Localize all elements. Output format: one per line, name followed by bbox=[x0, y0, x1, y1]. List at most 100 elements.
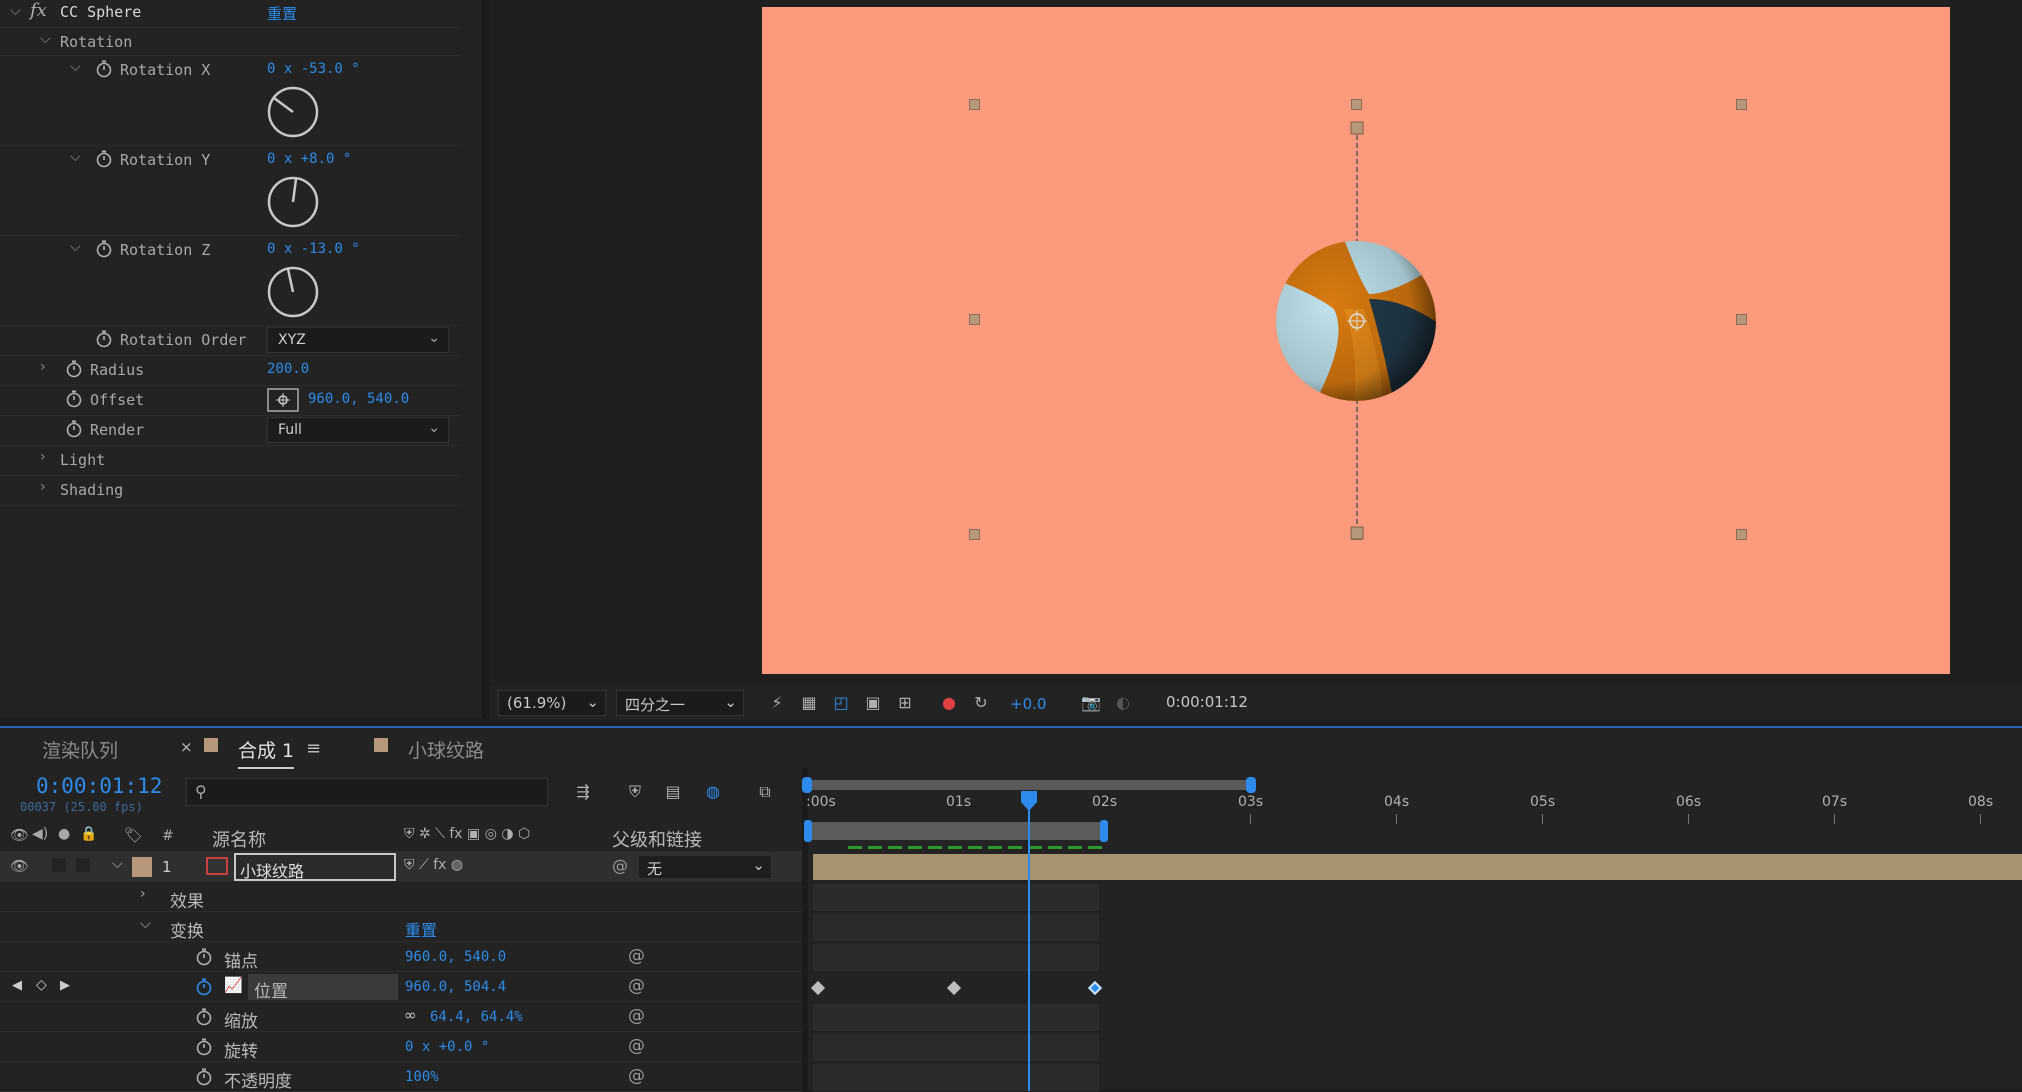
playhead-handle[interactable] bbox=[1020, 790, 1038, 812]
close-icon[interactable]: × bbox=[180, 738, 193, 756]
col-parent-link[interactable]: 父级和链接 bbox=[612, 826, 702, 852]
eye-icon[interactable]: 👁 bbox=[10, 857, 29, 875]
stopwatch-icon[interactable] bbox=[66, 360, 82, 378]
layer-handle[interactable] bbox=[1736, 529, 1747, 540]
work-area-start[interactable] bbox=[804, 820, 812, 842]
prev-keyframe-icon[interactable]: ◀ bbox=[12, 978, 22, 993]
effect-header-row[interactable]: ⌵ fx CC Sphere 重置 bbox=[0, 0, 460, 28]
chevron-right-icon[interactable]: › bbox=[40, 449, 46, 465]
shading-row[interactable]: › Shading bbox=[0, 476, 460, 506]
layer-handle[interactable] bbox=[969, 314, 980, 325]
label-tag-icon[interactable]: 🏷 bbox=[124, 826, 143, 844]
stopwatch-icon[interactable] bbox=[196, 948, 212, 966]
transform-reset-link[interactable]: 重置 bbox=[405, 917, 437, 941]
composition-canvas[interactable] bbox=[762, 7, 1950, 674]
chevron-down-icon[interactable]: ⌵ bbox=[112, 856, 123, 872]
lock-icon[interactable]: 🔒 bbox=[80, 826, 97, 842]
search-input[interactable]: ⚲ bbox=[186, 778, 548, 806]
rotation-group-row[interactable]: ⌵ Rotation bbox=[0, 28, 460, 56]
work-area-end[interactable] bbox=[1100, 820, 1108, 842]
navigator-start-handle[interactable] bbox=[802, 777, 812, 793]
layer-handle[interactable] bbox=[1736, 314, 1747, 325]
rotation-z-dial[interactable] bbox=[267, 266, 319, 318]
rotation-x-value[interactable]: 0 x -53.0 ° bbox=[267, 61, 360, 77]
chevron-down-icon[interactable]: ⌵ bbox=[40, 31, 51, 47]
stopwatch-icon[interactable] bbox=[196, 1038, 212, 1056]
layer-handle[interactable] bbox=[1736, 99, 1747, 110]
rotation-order-select[interactable]: XYZ ⌄ bbox=[267, 327, 449, 353]
resolution-select[interactable]: 四分之一 ⌄ bbox=[616, 690, 744, 716]
rotation-x-dial[interactable] bbox=[267, 86, 319, 138]
motion-blur-icon[interactable]: ◍ bbox=[702, 782, 724, 802]
keyframe[interactable] bbox=[946, 980, 962, 996]
opacity-value[interactable]: 100% bbox=[405, 1069, 439, 1085]
keyframe-selected[interactable] bbox=[1087, 980, 1103, 996]
layer-duration-bar[interactable] bbox=[813, 854, 2022, 880]
layer-row[interactable]: 👁 ⌵ 1 小球纹路 ⛨ ⟋ fx ◍ @ 无 ⌄ bbox=[0, 852, 802, 882]
add-keyframe-icon[interactable]: ◇ bbox=[36, 977, 47, 993]
expression-pickwhip-icon[interactable]: @ bbox=[628, 976, 645, 996]
layer-handle[interactable] bbox=[969, 99, 980, 110]
layer-switches[interactable]: ⛨ ⟋ fx ◍ bbox=[404, 857, 463, 873]
exposure-value[interactable]: +0.0 bbox=[1010, 695, 1046, 713]
chevron-down-icon[interactable]: ⌵ bbox=[70, 149, 81, 165]
tab-layer-comp[interactable]: 小球纹路 bbox=[408, 736, 484, 763]
comp-mini-flowchart-icon[interactable]: ⇶ bbox=[572, 782, 594, 802]
pick-whip-icon[interactable]: @ bbox=[612, 856, 628, 875]
time-navigator[interactable] bbox=[804, 780, 1252, 790]
chevron-down-icon[interactable]: ⌵ bbox=[70, 239, 81, 255]
panel-divider[interactable] bbox=[802, 768, 808, 1091]
radius-value[interactable]: 200.0 bbox=[267, 361, 309, 377]
rotation-value[interactable]: 0 x +0.0 ° bbox=[405, 1039, 489, 1055]
next-keyframe-icon[interactable]: ▶ bbox=[60, 978, 70, 993]
transparency-grid-icon[interactable]: ▦ bbox=[798, 693, 820, 713]
transform-group-row[interactable]: ⌵ 变换 重置 bbox=[0, 912, 802, 942]
current-time-display[interactable]: 0:00:01:12 bbox=[36, 774, 162, 798]
offset-value[interactable]: 960.0, 540.0 bbox=[308, 391, 409, 407]
stopwatch-icon[interactable] bbox=[196, 978, 212, 996]
grid-guides-icon[interactable]: ⊞ bbox=[894, 693, 916, 713]
tab-render-queue[interactable]: 渲染队列 bbox=[42, 736, 118, 763]
anchor-point-value[interactable]: 960.0, 540.0 bbox=[405, 949, 506, 965]
col-source-name[interactable]: 源名称 bbox=[212, 826, 266, 852]
layer-label-color[interactable] bbox=[132, 857, 152, 877]
stopwatch-icon[interactable] bbox=[96, 60, 112, 78]
parent-select[interactable]: 无 ⌄ bbox=[638, 855, 772, 879]
render-select[interactable]: Full ⌄ bbox=[267, 417, 449, 443]
lock-checkbox[interactable] bbox=[76, 858, 90, 872]
tab-comp-1[interactable]: 合成 1 bbox=[238, 736, 295, 769]
work-area-bar[interactable] bbox=[808, 822, 1106, 840]
link-icon[interactable]: ∞ bbox=[404, 1006, 417, 1024]
expression-pickwhip-icon[interactable]: @ bbox=[628, 1006, 645, 1026]
draft-3d-icon[interactable]: ⛨ bbox=[624, 782, 646, 802]
graph-icon[interactable]: 📈 bbox=[224, 976, 243, 994]
stopwatch-icon[interactable] bbox=[96, 330, 112, 348]
exposure-reset-icon[interactable]: ↻ bbox=[970, 693, 992, 713]
solo-checkbox[interactable] bbox=[52, 858, 66, 872]
rotation-z-value[interactable]: 0 x -13.0 ° bbox=[267, 241, 360, 257]
layer-handle[interactable] bbox=[1351, 99, 1362, 110]
rotation-y-dial[interactable] bbox=[267, 176, 319, 228]
fast-previews-icon[interactable]: ⚡ bbox=[766, 693, 788, 713]
graph-editor-icon[interactable]: ⧉ bbox=[754, 782, 776, 802]
audio-icon[interactable]: ◀) bbox=[32, 826, 48, 842]
crosshair-icon[interactable] bbox=[267, 388, 299, 412]
chevron-right-icon[interactable]: › bbox=[40, 359, 46, 375]
layer-handle[interactable] bbox=[969, 529, 980, 540]
layer-name-field[interactable]: 小球纹路 bbox=[234, 853, 396, 881]
show-snapshot-icon[interactable]: ◐ bbox=[1112, 693, 1134, 713]
stopwatch-icon[interactable] bbox=[66, 420, 82, 438]
menu-icon[interactable]: ≡ bbox=[306, 738, 321, 759]
keyframe[interactable] bbox=[810, 980, 826, 996]
stopwatch-icon[interactable] bbox=[66, 390, 82, 408]
stopwatch-icon[interactable] bbox=[196, 1008, 212, 1026]
viewer-timecode[interactable]: 0:00:01:12 bbox=[1158, 690, 1258, 716]
position-value[interactable]: 960.0, 504.4 bbox=[405, 979, 506, 995]
chevron-right-icon[interactable]: › bbox=[140, 886, 146, 902]
chevron-down-icon[interactable]: ⌵ bbox=[70, 59, 81, 75]
expression-pickwhip-icon[interactable]: @ bbox=[628, 1036, 645, 1056]
stopwatch-icon[interactable] bbox=[96, 150, 112, 168]
chevron-right-icon[interactable]: › bbox=[40, 479, 46, 495]
chevron-down-icon[interactable]: ⌵ bbox=[10, 3, 21, 19]
solo-icon[interactable]: ● bbox=[58, 826, 70, 842]
